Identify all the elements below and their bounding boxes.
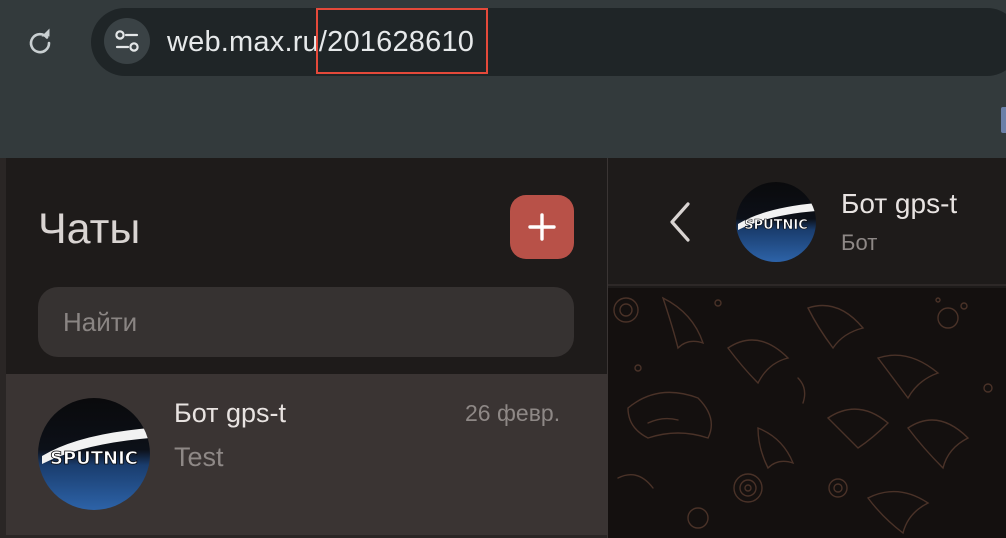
chat-name: Бот gps-t	[174, 398, 287, 428]
sputnic-logo: SPUTNIC	[738, 203, 816, 233]
plus-icon	[528, 213, 556, 241]
chat-preview: Test	[174, 442, 224, 472]
chat-wallpaper	[608, 288, 1006, 538]
sputnic-logo: SPUTNIC	[42, 428, 150, 469]
chat-avatar[interactable]: SPUTNIC	[736, 182, 816, 262]
wallpaper-pattern	[613, 296, 993, 535]
reload-icon[interactable]	[25, 27, 55, 57]
svg-text:SPUTNIC: SPUTNIC	[50, 448, 138, 469]
chat-date: 26 февр.	[465, 400, 561, 426]
site-settings-button[interactable]	[104, 18, 150, 64]
new-chat-button[interactable]	[510, 195, 574, 259]
url-highlight-box	[316, 8, 488, 74]
search-placeholder: Найти	[63, 307, 138, 337]
tune-icon	[115, 30, 139, 52]
extension-icon[interactable]	[1001, 107, 1006, 133]
page-title: Чаты	[38, 205, 141, 253]
chat-title: Бот gps-t	[841, 188, 958, 219]
back-icon[interactable]	[664, 200, 694, 244]
svg-text:SPUTNIC: SPUTNIC	[744, 218, 808, 233]
avatar: SPUTNIC	[38, 398, 150, 510]
chat-subtitle: Бот	[841, 230, 878, 255]
